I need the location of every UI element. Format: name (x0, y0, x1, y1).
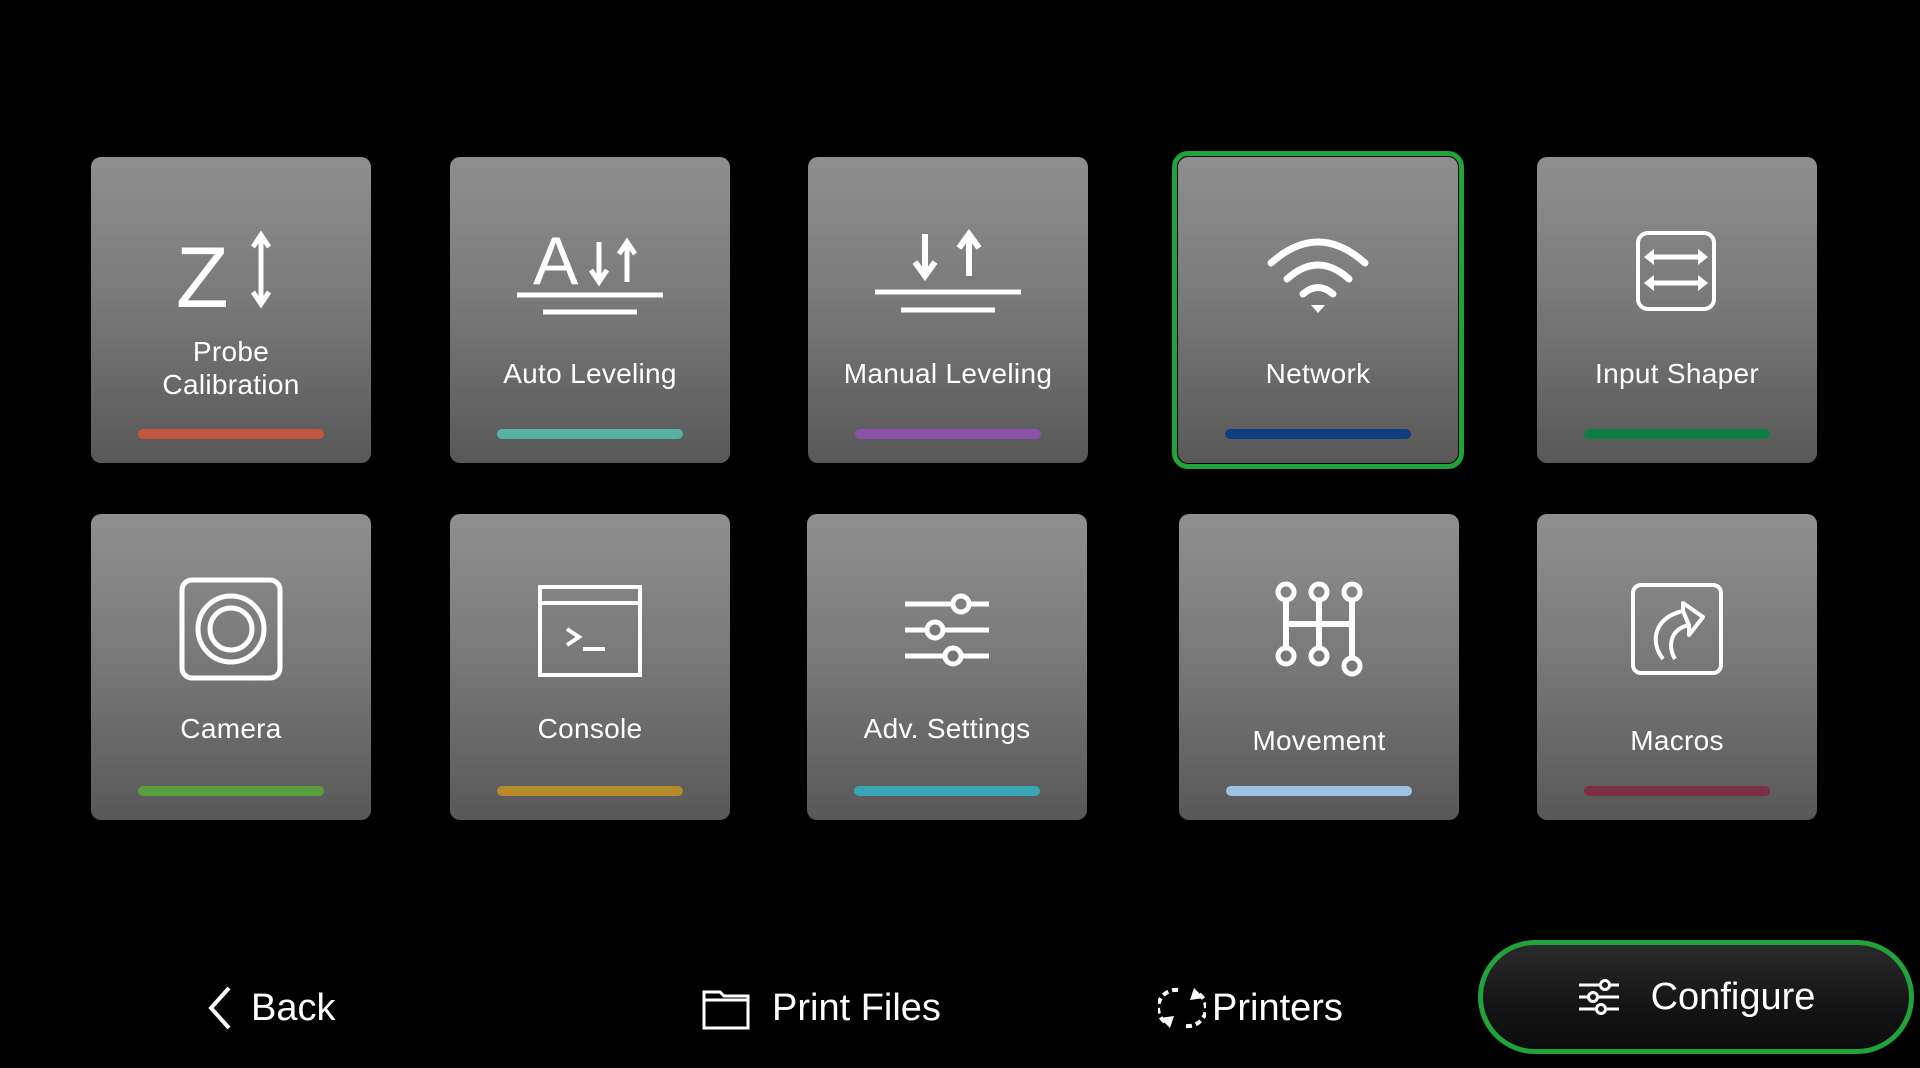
printers-button[interactable]: Printers (1158, 980, 1343, 1036)
svg-text:A: A (533, 223, 579, 299)
tile-color-bar (138, 429, 324, 439)
tile-color-bar (138, 786, 324, 796)
tile-label: Input Shaper (1595, 358, 1759, 389)
tile-movement[interactable]: Movement (1179, 514, 1459, 820)
bottom-nav: Back Print Files Printers Configure (0, 940, 1920, 1060)
sliders-icon (867, 574, 1027, 684)
tile-macros[interactable]: Macros (1537, 514, 1817, 820)
tile-label: Console (537, 713, 643, 744)
input-shaper-icon (1597, 217, 1757, 327)
back-button[interactable]: Back (205, 980, 335, 1036)
printers-label: Printers (1212, 986, 1343, 1029)
camera-icon (151, 574, 311, 684)
tile-label: Movement (1252, 725, 1386, 756)
console-icon (510, 574, 670, 684)
tile-manual-leveling[interactable]: Manual Leveling (808, 157, 1088, 463)
tile-color-bar (1584, 429, 1770, 439)
manual-leveling-icon (868, 217, 1028, 327)
tile-adv-settings[interactable]: Adv. Settings (807, 514, 1087, 820)
tile-camera[interactable]: Camera (91, 514, 371, 820)
tile-auto-leveling[interactable]: A Auto Leveling (450, 157, 730, 463)
tile-label: Auto Leveling (503, 358, 677, 389)
tile-console[interactable]: Console (450, 514, 730, 820)
probe-calibration-icon: Z (151, 217, 311, 327)
tile-label: Probe Calibration (162, 336, 300, 400)
sliders-icon (1577, 977, 1621, 1017)
configure-button[interactable]: Configure (1478, 940, 1914, 1054)
tile-label: Macros (1630, 725, 1724, 756)
svg-text:Z: Z (176, 230, 229, 317)
tile-input-shaper[interactable]: Input Shaper (1537, 157, 1817, 463)
macros-icon (1597, 574, 1757, 684)
tile-probe-calibration[interactable]: Z Probe Calibration (91, 157, 371, 463)
printers-switch-icon (1158, 984, 1206, 1032)
tile-color-bar (497, 786, 683, 796)
folder-icon (702, 986, 750, 1030)
movement-icon (1239, 574, 1399, 684)
tile-network[interactable]: Network (1172, 151, 1464, 469)
tile-color-bar (1225, 429, 1411, 439)
print-files-button[interactable]: Print Files (702, 980, 941, 1036)
tile-color-bar (1226, 786, 1412, 796)
tile-label: Manual Leveling (843, 358, 1053, 389)
auto-leveling-icon: A (510, 217, 670, 327)
tile-color-bar (1584, 786, 1770, 796)
chevron-left-icon (205, 984, 235, 1032)
tile-color-bar (855, 429, 1041, 439)
tile-label: Adv. Settings (863, 713, 1031, 744)
tile-label: Camera (180, 713, 282, 744)
back-label: Back (251, 986, 336, 1029)
wifi-icon (1238, 217, 1398, 327)
tile-color-bar (497, 429, 683, 439)
print-files-label: Print Files (772, 986, 941, 1029)
tile-color-bar (854, 786, 1040, 796)
configure-label: Configure (1650, 975, 1816, 1018)
tile-label: Network (1265, 358, 1371, 389)
